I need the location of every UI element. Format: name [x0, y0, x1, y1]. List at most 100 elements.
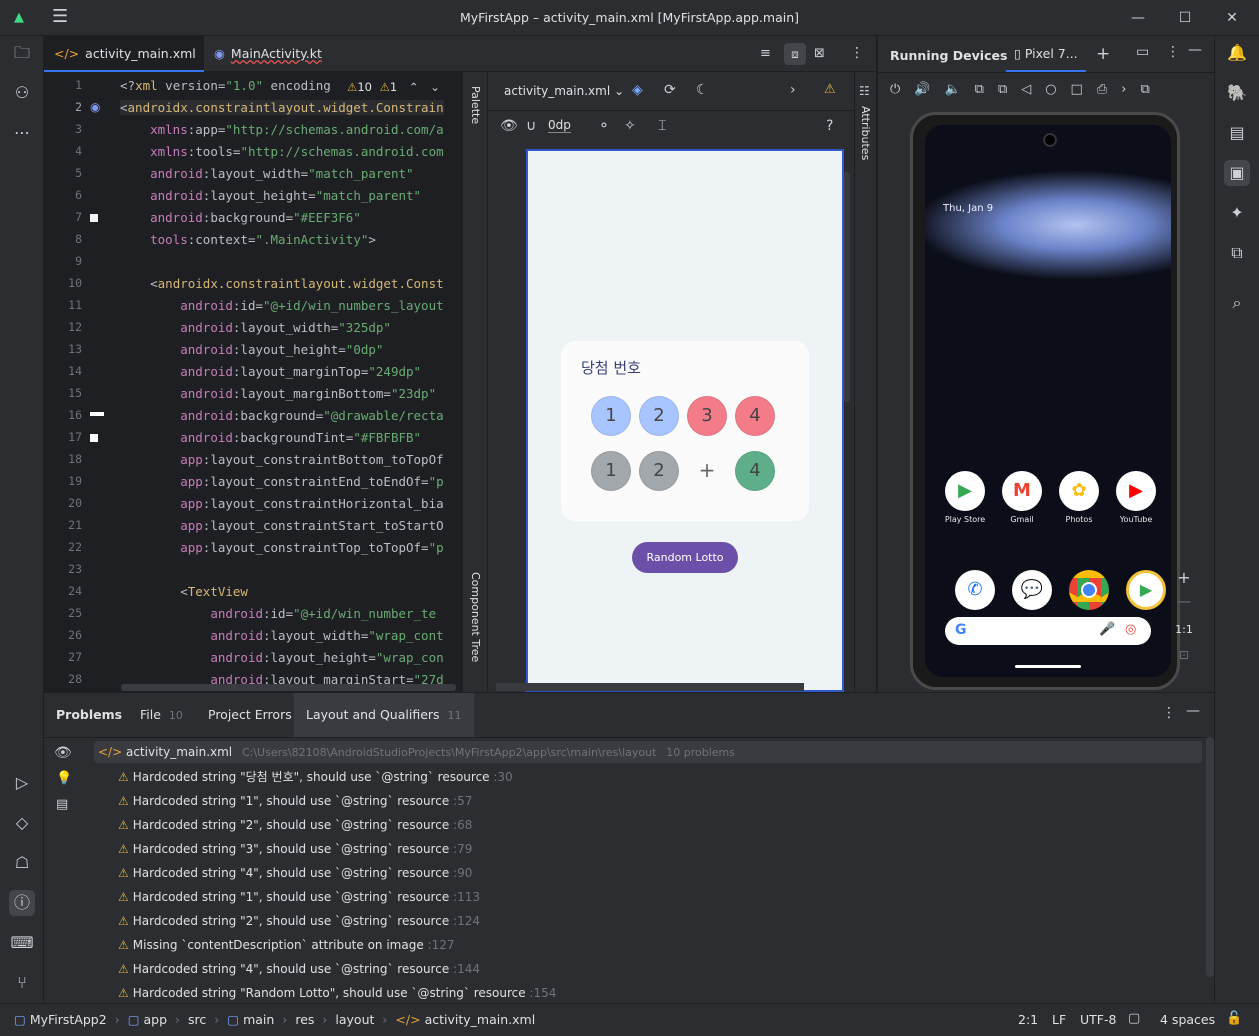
app-inspection-icon[interactable]: ⌕	[1224, 290, 1250, 316]
tab-activity-main-xml[interactable]: </> activity_main.xml	[44, 36, 204, 72]
terminal-icon[interactable]: ⌨	[9, 930, 35, 956]
design-warning-icon[interactable]: ⚠	[824, 82, 836, 97]
color-swatch[interactable]	[90, 412, 104, 416]
problem-item[interactable]: ⚠ Hardcoded string "1", should use `@stri…	[118, 885, 480, 909]
zoom-in-icon[interactable]: +	[1174, 568, 1194, 587]
home-app-icon[interactable]: ▶	[1116, 471, 1156, 511]
chrome-app-icon[interactable]	[1069, 570, 1109, 610]
problems-scrollbar[interactable]	[1206, 737, 1214, 977]
help-icon[interactable]: ?	[826, 118, 833, 134]
code-line[interactable]: app:layout_constraintEnd_toEndOf="p	[120, 474, 443, 489]
problems-file-row[interactable]: </> activity_main.xml C:\Users\82108\And…	[94, 741, 1202, 763]
project-folder-icon[interactable]: 🗀	[9, 40, 35, 66]
night-mode-icon[interactable]: ☾	[696, 82, 709, 98]
play-games-app-icon[interactable]: ▶	[1126, 570, 1166, 610]
preview-toggle-icon[interactable]: ▤	[56, 797, 68, 812]
problem-item[interactable]: ⚠ Hardcoded string "3", should use `@stri…	[118, 837, 472, 861]
mic-icon[interactable]: 🎤	[1099, 622, 1115, 637]
breadcrumb-item[interactable]: activity_main.xml	[425, 1012, 536, 1027]
code-line[interactable]: app:layout_constraintBottom_toTopOf	[120, 452, 443, 467]
view-toggle-icon[interactable]: 👁	[54, 745, 72, 761]
lightbulb-icon[interactable]: 💡	[56, 771, 72, 786]
code-line[interactable]: android:backgroundTint="#FBFBFB"	[120, 430, 421, 445]
problem-item[interactable]: ⚠ Hardcoded string "2", should use `@stri…	[118, 909, 480, 933]
code-line[interactable]: android:layout_marginBottom="23dp"	[120, 386, 436, 401]
problem-item[interactable]: ⚠ Hardcoded string "Random Lotto", should…	[118, 981, 556, 1005]
git-icon[interactable]: ⑂	[9, 970, 35, 996]
phone-screen[interactable]: Thu, Jan 9 ▶ Play Store M Gmail ✿ Photos ▶ YouT…	[925, 125, 1171, 677]
panel-layout-icon[interactable]: ▭	[1136, 44, 1149, 60]
design-horizontal-scrollbar[interactable]	[496, 683, 804, 691]
tab-mainactivity-kt[interactable]: ◉ MainActivity.kt	[204, 36, 344, 72]
breadcrumb-item[interactable]: res	[295, 1012, 314, 1027]
home-app-icon[interactable]: ✿	[1059, 471, 1099, 511]
code-line[interactable]: android:layout_width="wrap_cont	[120, 628, 443, 643]
clear-constraints-icon[interactable]: ⚬	[598, 118, 610, 134]
minimize-icon[interactable]: —	[1128, 8, 1148, 28]
view-options-icon[interactable]: 👁	[500, 118, 518, 134]
problems-tab[interactable]: File 10	[128, 693, 195, 737]
breadcrumb-item[interactable]: MyFirstApp2	[30, 1012, 107, 1027]
color-swatch[interactable]	[90, 214, 98, 222]
code-line[interactable]: app:layout_constraintTop_toTopOf="p	[120, 540, 443, 555]
close-icon[interactable]: ✕	[1222, 8, 1242, 28]
code-line[interactable]: xmlns:tools="http://schemas.android.com	[120, 144, 444, 159]
google-search-bar[interactable]: G 🎤 ◎	[945, 617, 1151, 645]
code-line[interactable]: app:layout_constraintHorizontal_bia	[120, 496, 443, 511]
zoom-fit-icon[interactable]: ⊡	[1174, 648, 1194, 662]
problem-item[interactable]: ⚠ Hardcoded string "당첨 번호", should use `@…	[118, 765, 513, 789]
code-line[interactable]: <TextView	[120, 584, 248, 599]
logcat-icon[interactable]: ☖	[9, 850, 35, 876]
default-margin-field[interactable]: 0dp	[548, 118, 571, 133]
code-line[interactable]: android:id="@+id/win_numbers_layout	[120, 298, 443, 313]
emulator-phone[interactable]: Thu, Jan 9 ▶ Play Store M Gmail ✿ Photos ▶ YouT…	[910, 112, 1180, 690]
device-controls[interactable]: ⏻🔊🔈⧉⧉◁○□⎙›⧉	[890, 82, 1210, 97]
design-mode-icon[interactable]: ◈	[632, 82, 643, 98]
problems-tab[interactable]: Project Errors	[196, 693, 304, 737]
running-devices-icon[interactable]: ▣	[1224, 160, 1250, 186]
code-line[interactable]: xmlns:app="http://schemas.android.com/a	[120, 122, 444, 137]
code-line[interactable]: android:background="#EEF3F6"	[120, 210, 361, 225]
file-dropdown[interactable]: activity_main.xml ⌄	[504, 84, 624, 98]
code-line[interactable]: <androidx.constraintlayout.widget.Constr…	[120, 100, 444, 115]
indent-setting[interactable]: 4 spaces	[1160, 1012, 1215, 1027]
infer-constraints-icon[interactable]: ✧	[624, 118, 636, 134]
breadcrumb-item[interactable]: src	[188, 1012, 206, 1027]
notifications-icon[interactable]: 🔔	[1224, 40, 1250, 66]
layout-preview[interactable]: 당첨 번호 1234 1 2 +4 Random Lotto	[526, 149, 844, 692]
maximize-icon[interactable]: ☐	[1175, 8, 1195, 28]
home-app-icon[interactable]: ▶	[945, 471, 985, 511]
messages-app-icon[interactable]: 💬	[1012, 570, 1052, 610]
code-line[interactable]: android:background="@drawable/recta	[120, 408, 443, 423]
line-separator[interactable]: LF	[1052, 1012, 1066, 1027]
zoom-out-icon[interactable]: —	[1174, 594, 1194, 610]
phone-app-icon[interactable]: ✆	[955, 570, 995, 610]
code-line[interactable]: <androidx.constraintlayout.widget.Const	[120, 276, 444, 291]
code-line[interactable]: android:layout_width="325dp"	[120, 320, 391, 335]
code-view-icon[interactable]: ≡	[760, 46, 776, 62]
ai-sparkle-icon[interactable]: ✦	[1224, 200, 1250, 226]
split-view-icon[interactable]: ⧈	[784, 43, 806, 65]
problem-item[interactable]: ⚠ Hardcoded string "1", should use `@stri…	[118, 789, 472, 813]
more-tools-icon[interactable]: ⋯	[9, 120, 35, 146]
component-tree-label[interactable]: Component Tree	[469, 572, 482, 662]
panel-hide-icon[interactable]: —	[1188, 42, 1202, 58]
code-line[interactable]: android:layout_height="0dp"	[120, 342, 383, 357]
problem-item[interactable]: ⚠ Hardcoded string "2", should use `@stri…	[118, 813, 472, 837]
code-editor[interactable]: <?xml version="1.0" encoding <androidx.co…	[120, 72, 462, 692]
run-icon[interactable]: ▷	[9, 770, 35, 796]
zoom-reset-label[interactable]: 1:1	[1172, 623, 1196, 636]
prev-highlight-icon[interactable]: ⌃	[409, 80, 419, 94]
device-tab-pixel[interactable]: ▯ Pixel 7...	[1006, 36, 1086, 72]
color-swatch[interactable]	[90, 434, 98, 442]
resource-manager-icon[interactable]: ⚇	[9, 80, 35, 106]
tab-options-icon[interactable]: ⋮	[850, 45, 864, 63]
add-device-icon[interactable]: +	[1096, 44, 1110, 64]
breadcrumb-item[interactable]: layout	[335, 1012, 374, 1027]
problem-item[interactable]: ⚠ Hardcoded string "4", should use `@stri…	[118, 861, 472, 885]
code-line[interactable]: android:layout_marginTop="249dp"	[120, 364, 421, 379]
code-line[interactable]: android:layout_height="match_parent"	[120, 188, 421, 203]
problems-icon[interactable]: ⓘ	[9, 890, 35, 916]
random-lotto-button[interactable]: Random Lotto	[632, 542, 738, 573]
code-line[interactable]: <?xml version="1.0" encoding	[120, 78, 331, 93]
